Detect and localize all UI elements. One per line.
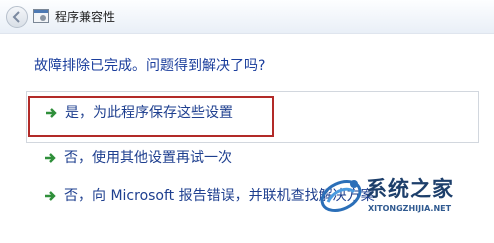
back-arrow-icon	[12, 11, 20, 23]
watermark: 系统之家 XITONGZHIJIA.NET	[314, 164, 494, 243]
watermark-name: 系统之家	[366, 177, 454, 201]
green-arrow-icon	[45, 153, 56, 163]
title-bar: 程序兼容性	[0, 0, 494, 34]
green-arrow-icon	[45, 191, 56, 201]
compatibility-program-icon	[33, 9, 49, 23]
window-title: 程序兼容性	[55, 10, 116, 24]
watermark-url: XITONGZHIJIA.NET	[368, 204, 452, 213]
back-button[interactable]	[6, 6, 28, 28]
red-highlight-frame	[28, 96, 274, 137]
watermark-logo-icon	[320, 179, 362, 213]
option-label: 否，使用其他设置再试一次	[64, 150, 232, 166]
question-text: 故障排除已完成。问题得到解决了吗?	[34, 58, 266, 74]
